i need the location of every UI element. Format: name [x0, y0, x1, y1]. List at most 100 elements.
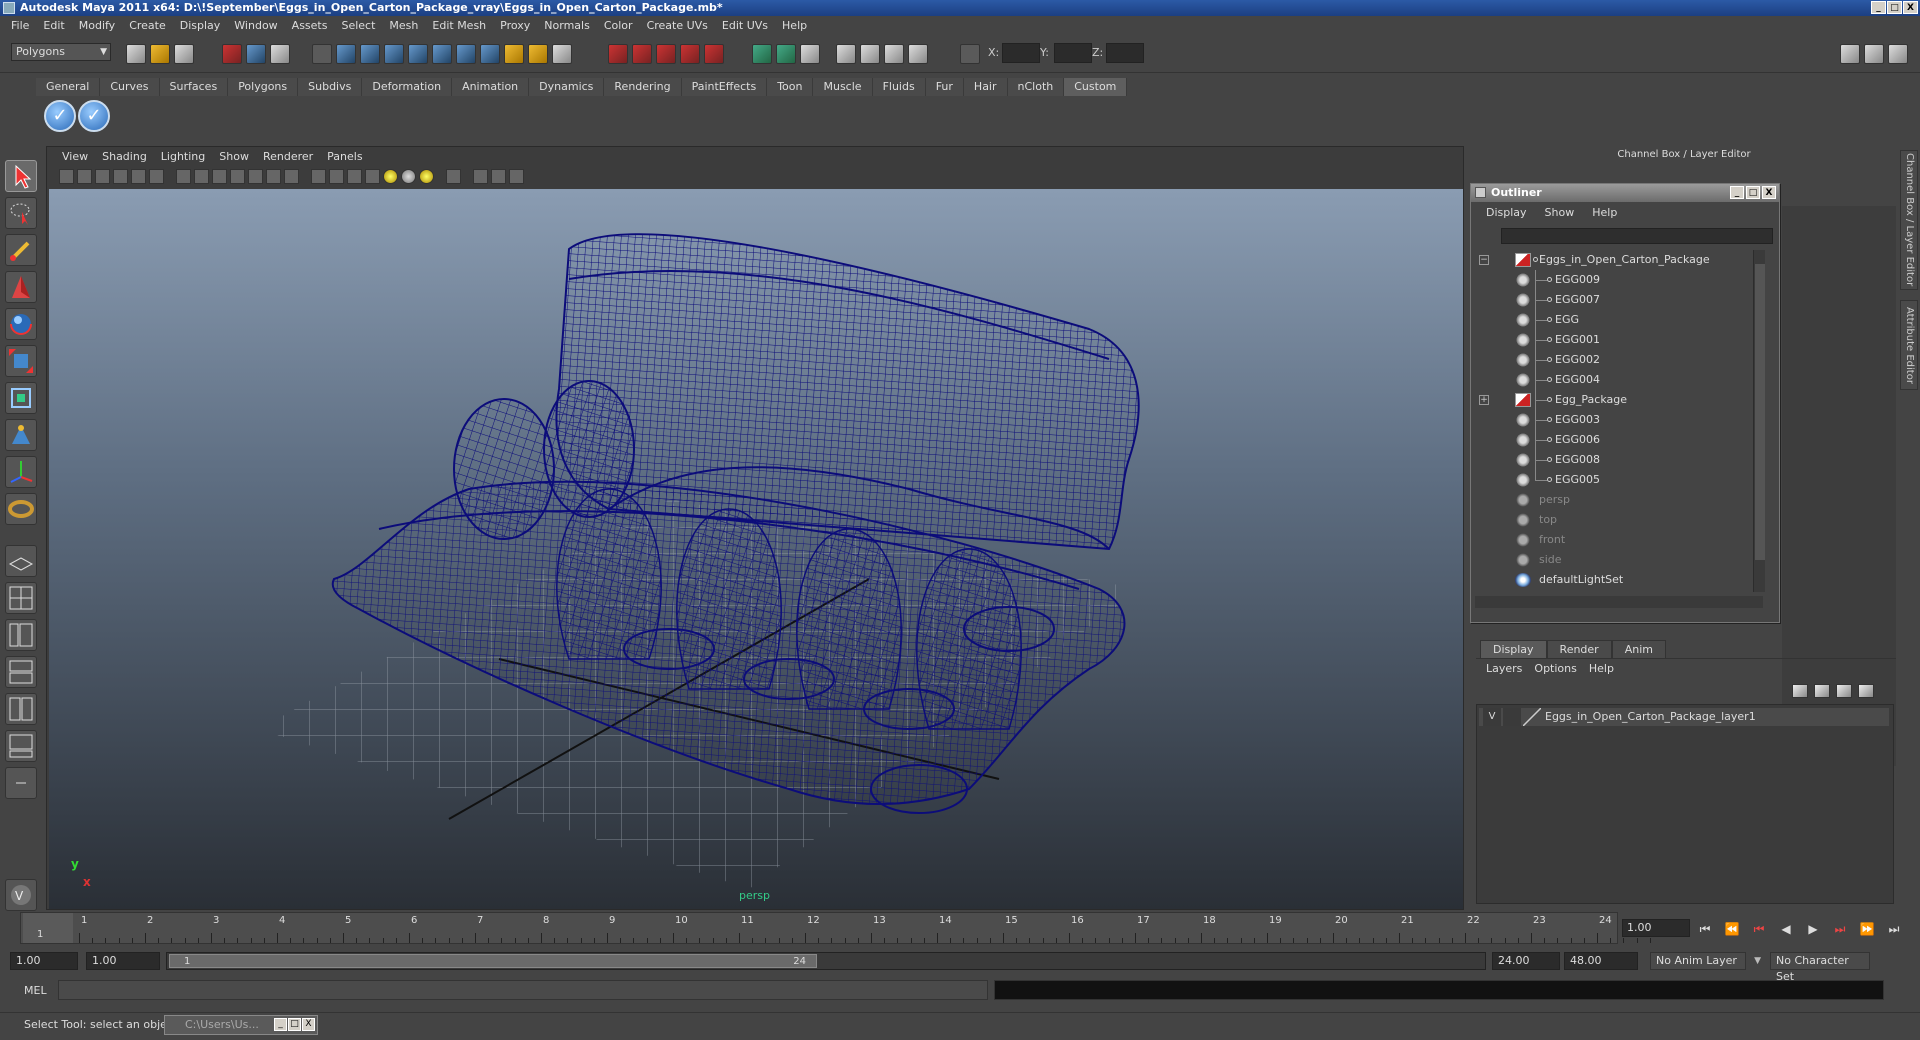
shelf-tab-ncloth[interactable]: nCloth [1007, 78, 1065, 96]
outliner-item[interactable]: − Eggs_in_Open_Carton_Package [1475, 250, 1763, 270]
outliner-item[interactable]: EGG [1475, 310, 1763, 330]
persp-trax-layout-icon[interactable] [5, 730, 37, 762]
outliner-horizontal-scrollbar[interactable] [1475, 596, 1763, 608]
persp-graph-layout-icon[interactable] [5, 656, 37, 688]
outliner-menu-display[interactable]: Display [1477, 206, 1536, 219]
menu-color[interactable]: Color [597, 19, 640, 32]
shelf-tab-hair[interactable]: Hair [963, 78, 1008, 96]
close-button[interactable]: X [1903, 1, 1918, 14]
menu-set-dropdown[interactable]: Polygons ▼ [11, 43, 111, 61]
go-to-end-icon[interactable]: ⏭ [1885, 921, 1903, 937]
end-time-field[interactable]: 48.00 [1564, 952, 1638, 970]
shelf-tab-custom[interactable]: Custom [1064, 78, 1128, 96]
select-object-icon[interactable] [246, 44, 266, 64]
vray-icon[interactable]: V [5, 879, 37, 911]
outliner-item[interactable]: side [1475, 550, 1763, 570]
xray-icon[interactable] [473, 168, 488, 184]
y-coord-field[interactable] [1054, 43, 1092, 63]
outliner-item[interactable]: EGG005 [1475, 470, 1763, 490]
move-layer-up-icon[interactable] [1792, 684, 1808, 698]
safe-title-icon[interactable] [248, 168, 263, 184]
select-curves-icon[interactable] [384, 44, 404, 64]
outliner-item[interactable]: top [1475, 510, 1763, 530]
menu-display[interactable]: Display [173, 19, 228, 32]
minimize-button[interactable]: _ [1871, 1, 1886, 14]
shelf-tab-rendering[interactable]: Rendering [604, 78, 682, 96]
wireframe-icon[interactable] [266, 168, 281, 184]
menu-file[interactable]: File [4, 19, 36, 32]
menu-edit-mesh[interactable]: Edit Mesh [425, 19, 493, 32]
lasso-tool-icon[interactable] [5, 197, 37, 229]
step-forward-key-icon[interactable]: ⏩ [1858, 921, 1876, 937]
range-slider[interactable]: 1 24 [166, 952, 1486, 970]
shadows-icon[interactable] [401, 168, 416, 184]
layer-tab-display[interactable]: Display [1480, 640, 1547, 658]
shelf-tab-painteffects[interactable]: PaintEffects [681, 78, 768, 96]
current-time-marker[interactable] [23, 913, 73, 943]
outliner-item[interactable]: + Egg_Package [1475, 390, 1763, 410]
side-tab-channel-box[interactable]: Channel Box / Layer Editor [1900, 150, 1918, 290]
side-tab-attribute-editor[interactable]: Attribute Editor [1900, 300, 1918, 390]
select-misc-icon[interactable] [504, 44, 524, 64]
select-deformers-icon[interactable] [432, 44, 452, 64]
mask-menu-icon[interactable] [312, 44, 332, 64]
more-layouts-icon[interactable] [5, 767, 37, 799]
outliner-filter-field[interactable] [1501, 228, 1773, 244]
checkmark-icon[interactable]: ✓ [44, 100, 76, 132]
vp-menu-show[interactable]: Show [212, 150, 256, 163]
select-joints-icon[interactable] [360, 44, 380, 64]
outliner-minimize-button[interactable]: _ [1730, 186, 1744, 199]
play-forwards-icon[interactable]: ▶ [1804, 921, 1822, 937]
menu-create[interactable]: Create [122, 19, 173, 32]
field-chart-icon[interactable] [212, 168, 227, 184]
scale-tool-icon[interactable] [5, 345, 37, 377]
step-back-frame-icon[interactable]: ⏮ [1750, 921, 1768, 937]
bookmarks-icon[interactable] [95, 168, 110, 184]
ipr-render-icon[interactable] [884, 44, 904, 64]
open-scene-icon[interactable] [150, 44, 170, 64]
menu-modify[interactable]: Modify [72, 19, 122, 32]
maximize-button[interactable]: □ [288, 1018, 301, 1031]
make-live-icon[interactable] [704, 44, 724, 64]
four-view-layout-icon[interactable] [5, 582, 37, 614]
expand-icon[interactable]: + [1479, 395, 1489, 405]
outliner-menu-help[interactable]: Help [1583, 206, 1626, 219]
checkmark-icon[interactable]: ✓ [78, 100, 110, 132]
checker-icon[interactable] [365, 168, 380, 184]
step-forward-frame-icon[interactable]: ⏭ [1831, 921, 1849, 937]
menu-help[interactable]: Help [775, 19, 814, 32]
menu-assets[interactable]: Assets [285, 19, 335, 32]
input-ops-icon[interactable] [752, 44, 772, 64]
resolution-gate-icon[interactable] [176, 168, 191, 184]
last-tool-icon[interactable] [5, 493, 37, 525]
go-to-start-icon[interactable]: ⏮ [1696, 921, 1714, 937]
playback-end-field[interactable]: 24.00 [1492, 952, 1560, 970]
menu-proxy[interactable]: Proxy [493, 19, 537, 32]
layer-playback-toggle[interactable] [1503, 708, 1521, 726]
outliner-close-button[interactable]: X [1762, 186, 1776, 199]
new-scene-icon[interactable] [126, 44, 146, 64]
outliner-item[interactable]: EGG006 [1475, 430, 1763, 450]
menu-select[interactable]: Select [334, 19, 382, 32]
layer-menu-help[interactable]: Help [1583, 662, 1620, 675]
move-tool-icon[interactable] [5, 271, 37, 303]
image-plane-icon[interactable] [113, 168, 128, 184]
lock-selection-icon[interactable] [528, 44, 548, 64]
menu-edit-uvs[interactable]: Edit UVs [715, 19, 775, 32]
high-quality-icon[interactable] [419, 168, 434, 184]
outliner-item[interactable]: EGG008 [1475, 450, 1763, 470]
select-tool-icon[interactable] [5, 160, 37, 192]
outliner-item[interactable]: EGG007 [1475, 290, 1763, 310]
construction-history-icon[interactable] [800, 44, 820, 64]
outliner-item[interactable]: EGG002 [1475, 350, 1763, 370]
shelf-tab-dynamics[interactable]: Dynamics [529, 78, 605, 96]
vp-menu-panels[interactable]: Panels [320, 150, 369, 163]
mel-input[interactable] [58, 980, 988, 1000]
menu-normals[interactable]: Normals [537, 19, 597, 32]
step-back-key-icon[interactable]: ⏪ [1723, 921, 1741, 937]
save-scene-icon[interactable] [174, 44, 194, 64]
select-rendering-icon[interactable] [480, 44, 500, 64]
outliner-item[interactable]: front [1475, 530, 1763, 550]
snap-grid-icon[interactable] [608, 44, 628, 64]
shelf-tab-surfaces[interactable]: Surfaces [159, 78, 229, 96]
